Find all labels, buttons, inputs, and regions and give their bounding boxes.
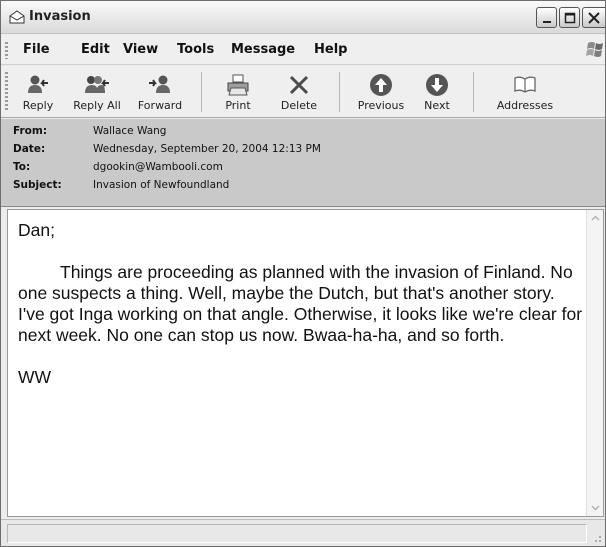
previous-button[interactable]: Previous [351, 66, 411, 118]
maximize-icon [564, 12, 576, 24]
forward-label: Forward [137, 99, 183, 112]
addresses-button[interactable]: Addresses [485, 66, 565, 118]
message-paragraph: Things are proceeding as planned with th… [18, 262, 583, 345]
from-value: Wallace Wang [93, 125, 167, 137]
toolbar-grip[interactable] [5, 72, 8, 112]
forward-button[interactable]: Forward [131, 66, 189, 118]
close-button[interactable] [582, 7, 605, 28]
delete-button[interactable]: Delete [271, 66, 327, 118]
subject-label: Subject: [13, 179, 62, 191]
up-arrow-icon [370, 74, 392, 96]
date-value: Wednesday, September 20, 2004 12:13 PM [93, 143, 321, 155]
reply-all-button[interactable]: Reply All [65, 66, 129, 118]
status-bar [1, 519, 605, 546]
resize-grip-icon[interactable] [590, 531, 602, 543]
toolbar-separator [201, 72, 202, 112]
previous-label: Previous [357, 99, 405, 112]
reply-all-label: Reply All [73, 99, 121, 112]
delete-x-icon [289, 75, 309, 95]
reply-label: Reply [22, 99, 54, 112]
message-body-pane[interactable]: Dan; Things are proceeding as planned wi… [7, 209, 604, 517]
message-header-pane: From: Wallace Wang Date: Wednesday, Sept… [1, 119, 605, 207]
to-value[interactable]: dgookin@Wambooli.com [93, 161, 223, 173]
menu-file[interactable]: File [23, 42, 50, 57]
down-arrow-icon [426, 74, 448, 96]
reply-all-icon [85, 76, 109, 93]
next-label: Next [424, 99, 450, 112]
delete-label: Delete [280, 99, 318, 112]
message-signature: WW [18, 367, 52, 387]
menu-edit[interactable]: Edit [81, 42, 110, 57]
to-label: To: [13, 161, 31, 173]
printer-icon [227, 74, 249, 96]
date-label: Date: [13, 143, 46, 155]
menu-help[interactable]: Help [314, 42, 347, 57]
minimize-icon [543, 21, 551, 23]
reply-button[interactable]: Reply [13, 66, 63, 118]
vertical-scrollbar[interactable] [586, 210, 603, 516]
forward-icon [149, 75, 170, 93]
scroll-up-icon[interactable] [589, 212, 602, 225]
envelope-open-icon [9, 10, 25, 24]
window-title: Invasion [29, 9, 91, 24]
subject-value: Invasion of Newfoundland [93, 179, 230, 191]
menu-bar: File Edit View Tools Message Help [1, 35, 605, 65]
mail-window: Invasion File Edit View Tools Message He… [0, 0, 606, 547]
from-label: From: [13, 125, 48, 137]
title-bar[interactable]: Invasion [1, 1, 605, 34]
toolbar-separator [339, 72, 340, 112]
menu-grip[interactable] [5, 42, 8, 59]
minimize-button[interactable] [536, 7, 557, 28]
scroll-down-icon[interactable] [589, 501, 602, 514]
menu-message[interactable]: Message [231, 42, 295, 57]
addresses-label: Addresses [496, 99, 554, 112]
menu-tools[interactable]: Tools [177, 42, 214, 57]
reply-icon [28, 75, 48, 93]
message-body[interactable]: Dan; Things are proceeding as planned wi… [18, 220, 583, 409]
address-book-icon [514, 76, 536, 93]
next-button[interactable]: Next [413, 66, 461, 118]
toolbar-separator [473, 72, 474, 112]
status-pane [7, 524, 587, 543]
toolbar: Reply Reply All Forward Print Delete Pre… [1, 66, 605, 118]
close-icon [588, 12, 600, 24]
windows-logo-icon [586, 42, 603, 57]
print-label: Print [225, 99, 251, 112]
print-button[interactable]: Print [213, 66, 263, 118]
menu-view[interactable]: View [123, 42, 158, 57]
message-greeting: Dan; [18, 220, 55, 240]
maximize-button[interactable] [559, 7, 580, 28]
